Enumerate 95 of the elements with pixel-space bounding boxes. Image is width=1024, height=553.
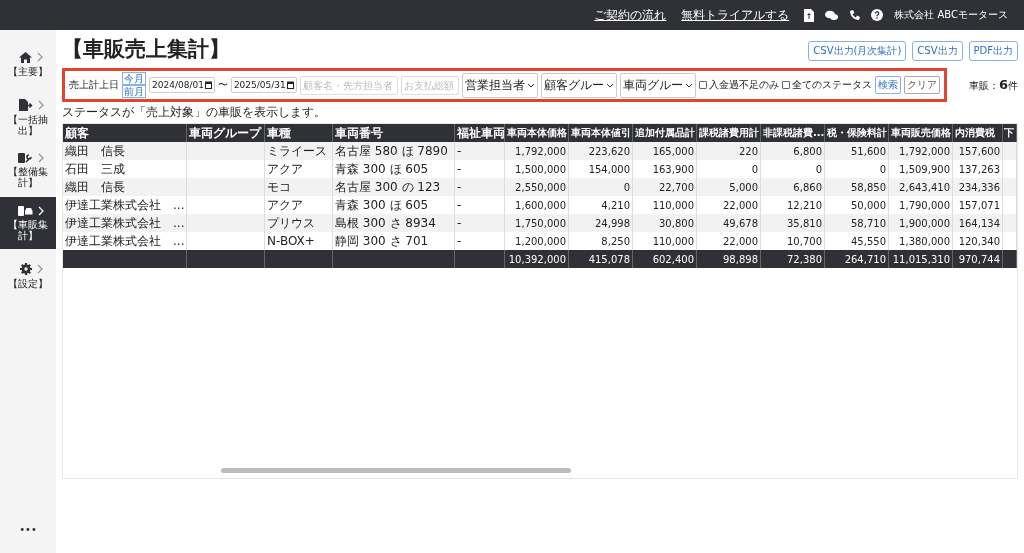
table-cell: 伊達工業株式会社 ... — [63, 214, 187, 232]
table-cell: 165,000 — [633, 142, 697, 160]
checkbox[interactable] — [698, 81, 707, 89]
date-field[interactable]: 2025/05/31 — [230, 77, 297, 93]
quick-date-button[interactable]: 今月 — [122, 72, 146, 85]
table-cell: 2,643,410 — [889, 178, 953, 196]
total-cell: 602,400 — [633, 250, 697, 268]
table-cell: 6,860 — [761, 178, 825, 196]
total-cell: 98,898 — [697, 250, 761, 268]
table-cell: プリウス — [265, 214, 333, 232]
table-cell: 織田 信長 — [63, 178, 187, 196]
export-button[interactable]: PDF出力 — [968, 41, 1018, 61]
caret-icon — [605, 82, 614, 88]
table-cell: 24,998 — [569, 214, 633, 232]
table-cell: 58,710 — [825, 214, 889, 232]
search-button[interactable]: 検索 — [874, 76, 901, 94]
table-cell: 1,792,000 — [505, 142, 569, 160]
table-cell: 名古屋 580 ほ 7890 — [333, 142, 455, 160]
chevron-icon — [38, 152, 44, 163]
table-cell: 22,700 — [633, 178, 697, 196]
table-cell: 1,792,000 — [889, 142, 953, 160]
chat-icon[interactable] — [825, 9, 839, 21]
checkbox-label: 入金過不足のみ — [708, 78, 779, 92]
car-icon — [18, 205, 33, 216]
caret-icon — [526, 82, 535, 88]
caret-icon — [684, 82, 693, 88]
range-separator: 〜 — [217, 78, 228, 92]
total-cell: 415,078 — [569, 250, 633, 268]
table-cell: 49,678 — [697, 214, 761, 232]
table-cell: 223,620 — [569, 142, 633, 160]
status-note: ステータスが「売上対象」の車販を表示します。 — [62, 104, 327, 121]
top-link[interactable]: ご契約の流れ — [594, 6, 667, 24]
table-cell: 名古屋 300 の 123 — [333, 178, 455, 196]
table-cell: 6,800 — [761, 142, 825, 160]
table-cell: 220 — [697, 142, 761, 160]
table-cell: 織田 信長 — [63, 142, 187, 160]
table-cell: ミライース — [265, 142, 333, 160]
sidebar-item[interactable]: 【整備集計】 — [0, 144, 56, 196]
checkbox-label: 全てのステータス — [791, 78, 872, 92]
count-value: 6 — [998, 77, 1008, 92]
total-cell: 970,744 — [953, 250, 1003, 268]
settings-icon — [19, 263, 32, 275]
home-icon — [19, 51, 32, 63]
total-cell: 11,015,310 — [889, 250, 953, 268]
document-icon[interactable] — [804, 8, 815, 22]
table-cell: 2,550,000 — [505, 178, 569, 196]
count-unit: 件 — [1008, 79, 1018, 93]
page-title: 【車販売上集計】 — [62, 35, 230, 63]
table-cell: 234,336 — [953, 178, 1003, 196]
more-menu[interactable]: ••• — [0, 524, 56, 535]
count-label: 車販： — [968, 79, 999, 93]
sidebar-item[interactable]: 【設定】 — [0, 250, 56, 302]
table-cell: 51,600 — [825, 142, 889, 160]
table-cell: 157,600 — [953, 142, 1003, 160]
table-cell: - — [455, 214, 505, 232]
table-cell: - — [455, 142, 505, 160]
table-cell: 5,000 — [697, 178, 761, 196]
table-cell: モコ — [265, 178, 333, 196]
calendar-icon — [204, 81, 212, 89]
sidebar-item[interactable]: 【車販集計】 — [0, 197, 56, 249]
wrench-icon — [18, 152, 33, 163]
checkbox[interactable] — [781, 81, 790, 89]
table-cell: 島根 300 さ 8934 — [333, 214, 455, 232]
company-name: 株式会社 ABCモータース — [894, 8, 1008, 22]
select-field[interactable]: 営業担当者 — [461, 72, 538, 98]
chevron-icon — [37, 52, 43, 62]
table-cell: 58,850 — [825, 178, 889, 196]
calendar-icon — [286, 81, 294, 89]
help-icon[interactable] — [871, 9, 884, 21]
top-link[interactable]: 無料トライアルする — [681, 6, 790, 24]
phone-icon[interactable] — [849, 9, 861, 21]
export-button[interactable]: CSV出力(月次集計) — [808, 41, 907, 61]
chevron-icon — [37, 99, 44, 110]
table-cell: 30,800 — [633, 214, 697, 232]
total-cell: 72,380 — [761, 250, 825, 268]
export-button[interactable]: CSV出力 — [912, 41, 963, 61]
clear-button[interactable]: クリア — [903, 76, 940, 94]
file-export-icon — [18, 98, 33, 111]
date-field[interactable]: 2024/08/01 — [149, 77, 215, 93]
chevron-icon — [36, 264, 43, 274]
table-cell: 35,810 — [761, 214, 825, 232]
table-cell: - — [455, 178, 505, 196]
date-label: 売上計上日 — [69, 78, 119, 92]
chevron-icon — [38, 205, 44, 216]
select-field[interactable]: 顧客グルー — [540, 72, 617, 98]
table-cell: 1,750,000 — [505, 214, 569, 232]
select-field[interactable]: 車両グルー — [619, 72, 696, 98]
total-cell: 264,710 — [825, 250, 889, 268]
table-cell: 1,900,000 — [889, 214, 953, 232]
total-cell: 10,392,000 — [505, 250, 569, 268]
sidebar-item[interactable]: 【一括抽出】 — [0, 91, 56, 143]
sidebar-item[interactable]: 【主要】 — [0, 38, 56, 90]
table-cell: 0 — [569, 178, 633, 196]
table-cell: 164,134 — [953, 214, 1003, 232]
quick-date-button[interactable]: 前月 — [122, 85, 146, 98]
